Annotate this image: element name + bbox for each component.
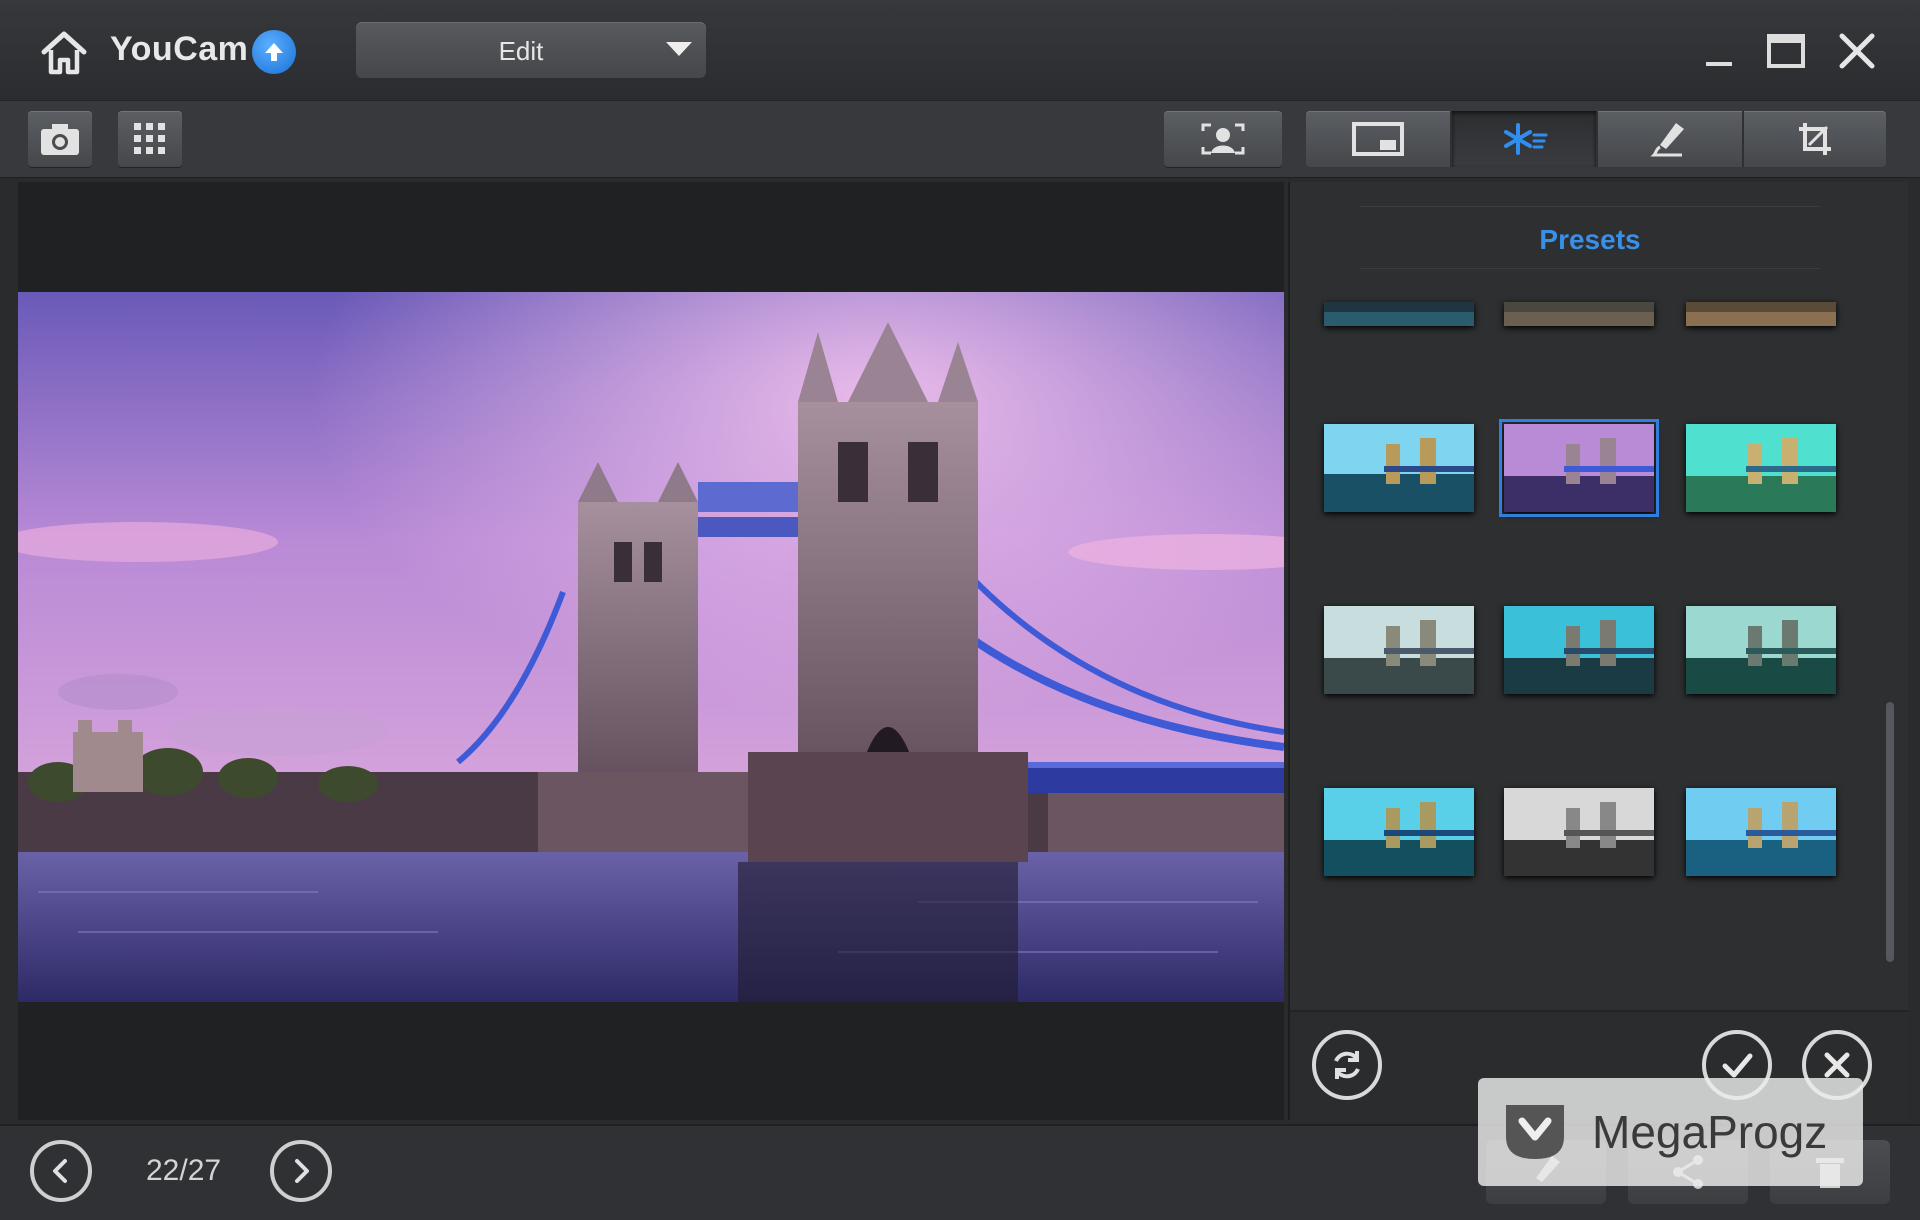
presets-panel: Presets: [1288, 182, 1908, 1122]
face-icon: [1201, 123, 1245, 155]
brush-icon: [1650, 123, 1684, 157]
preset-thumbnail[interactable]: [1324, 788, 1474, 876]
watermark-logo-icon: [1506, 1105, 1564, 1159]
maximize-icon[interactable]: [1758, 26, 1814, 78]
preset-thumbnail[interactable]: [1504, 606, 1654, 694]
arrow-up-icon[interactable]: [252, 30, 296, 74]
grid-icon: [134, 123, 165, 154]
reset-button[interactable]: [1312, 1030, 1382, 1100]
title-bar: YouCam Edit: [0, 0, 1920, 100]
minimize-icon[interactable]: [1690, 26, 1746, 78]
photo-tower-bridge[interactable]: [18, 292, 1284, 1002]
preset-thumbnail[interactable]: [1504, 302, 1654, 326]
preset-thumbnail[interactable]: [1686, 424, 1836, 512]
sparkle-icon: [1504, 123, 1548, 155]
preset-thumbnail[interactable]: [1324, 424, 1474, 512]
tab-frames[interactable]: [1306, 111, 1452, 167]
gallery-grid-button[interactable]: [118, 111, 182, 167]
watermark: MegaProgz: [1478, 1078, 1863, 1186]
chevron-down-icon: [666, 42, 692, 56]
preset-thumbnail[interactable]: [1686, 788, 1836, 876]
preset-thumbnail-selected[interactable]: [1499, 419, 1659, 517]
tab-brush[interactable]: [1598, 111, 1744, 167]
chevron-right-icon: [295, 1159, 309, 1183]
mode-dropdown-value: Edit: [498, 36, 544, 66]
close-icon[interactable]: [1830, 26, 1886, 78]
mode-dropdown[interactable]: Edit: [356, 22, 706, 78]
preset-thumbnail[interactable]: [1686, 606, 1836, 694]
face-tool-button[interactable]: [1164, 111, 1282, 167]
refresh-icon: [1334, 1051, 1360, 1079]
camera-button[interactable]: [28, 111, 92, 167]
divider: [1360, 206, 1820, 207]
tab-effects[interactable]: [1452, 111, 1598, 167]
camera-icon: [41, 124, 79, 155]
frame-icon: [1352, 122, 1404, 156]
chevron-left-icon: [53, 1159, 67, 1183]
tab-crop[interactable]: [1744, 111, 1886, 167]
watermark-text: MegaProgz: [1592, 1106, 1828, 1158]
youcam-window: YouCam Edit Presets 22/27 MegaProgz: [0, 0, 1920, 1220]
panel-title: Presets: [1539, 224, 1641, 255]
preset-thumbnail[interactable]: [1324, 606, 1474, 694]
previous-button[interactable]: [30, 1140, 92, 1202]
next-button[interactable]: [270, 1140, 332, 1202]
preset-thumbnail[interactable]: [1324, 302, 1474, 326]
preset-thumbnail[interactable]: [1504, 788, 1654, 876]
panel-scrollbar[interactable]: [1886, 702, 1894, 962]
preset-thumbnail[interactable]: [1686, 302, 1836, 326]
home-icon[interactable]: [36, 28, 92, 78]
toolbar: [0, 100, 1920, 178]
photo-viewer: [18, 182, 1284, 1120]
app-title: YouCam: [110, 30, 249, 68]
photo-counter: 22/27: [146, 1154, 222, 1187]
crop-icon: [1799, 123, 1831, 155]
divider: [1360, 268, 1820, 269]
